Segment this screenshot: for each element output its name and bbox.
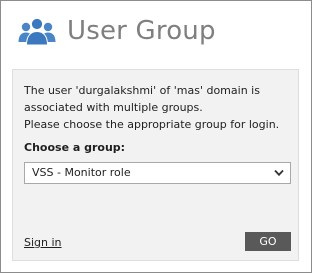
sign-in-link[interactable]: Sign in [24,236,62,249]
dialog-title: User Group [67,16,216,46]
group-select[interactable]: VSS - Monitor role [24,162,291,184]
go-button[interactable]: GO [245,232,291,251]
info-message-line: Please choose the appropriate group for … [24,118,280,131]
info-message: The user 'durgalakshmi' of 'mas' domain … [24,82,290,133]
group-selection-panel: The user 'durgalakshmi' of 'mas' domain … [12,69,299,261]
info-message-line: associated with multiple groups. [24,101,203,114]
info-message-line: The user 'durgalakshmi' of 'mas' domain … [24,84,260,97]
group-select-value: VSS - Monitor role [32,166,131,179]
users-group-icon [18,17,56,46]
choose-group-label: Choose a group: [24,141,126,154]
user-group-dialog: User Group The user 'durgalakshmi' of 'm… [0,0,312,273]
dialog-header: User Group [17,13,216,49]
chevron-down-icon [274,169,284,177]
